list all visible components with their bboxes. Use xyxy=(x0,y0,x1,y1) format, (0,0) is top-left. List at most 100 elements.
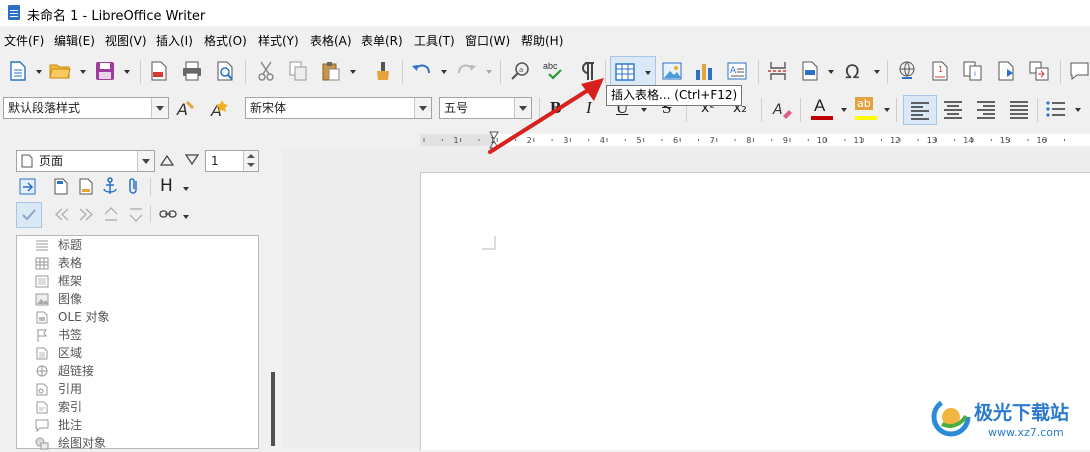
chevron-down-icon[interactable] xyxy=(151,98,168,118)
save-dropdown-icon[interactable] xyxy=(124,70,130,74)
attachment-icon[interactable] xyxy=(127,177,141,195)
redo-icon[interactable] xyxy=(456,60,478,82)
chevron-down-icon[interactable] xyxy=(414,98,431,118)
cut-icon[interactable] xyxy=(255,60,277,82)
page-number-spin[interactable]: 1 xyxy=(205,150,259,172)
ruler-number: 8 xyxy=(746,136,751,145)
demote-level-icon[interactable] xyxy=(128,207,144,222)
separator xyxy=(1060,60,1061,84)
font-name-combo[interactable]: 新宋体 xyxy=(245,97,432,119)
menu-edit[interactable]: 编辑(E) xyxy=(54,32,95,49)
bullet-list-dropdown-icon[interactable] xyxy=(1075,108,1081,112)
heading-level-dropdown-icon[interactable] xyxy=(183,187,189,191)
sidebar-splitter-handle[interactable] xyxy=(271,372,275,446)
bullet-list-icon[interactable] xyxy=(1045,98,1067,120)
paste-icon[interactable] xyxy=(320,60,342,82)
paste-dropdown-icon[interactable] xyxy=(350,70,356,74)
demote-chapter-icon[interactable] xyxy=(78,208,94,221)
print-preview-icon[interactable] xyxy=(214,60,236,82)
justify-icon[interactable] xyxy=(1008,98,1030,120)
heading-level-button[interactable]: H xyxy=(160,176,173,196)
navigate-by-combo[interactable]: 页面 xyxy=(16,150,155,172)
save-icon[interactable] xyxy=(94,60,116,82)
open-folder-icon[interactable] xyxy=(49,60,71,82)
paragraph-style-value: 默认段落样式 xyxy=(8,101,81,115)
open-dropdown-icon[interactable] xyxy=(80,70,86,74)
font-color-dropdown-icon[interactable] xyxy=(841,108,847,112)
special-character-icon[interactable]: Ω xyxy=(843,60,865,82)
menu-view[interactable]: 视图(V) xyxy=(105,32,147,49)
separator xyxy=(150,205,151,223)
insert-text-box-icon[interactable]: A xyxy=(726,60,748,82)
insert-field-icon[interactable] xyxy=(799,60,821,82)
insert-chart-icon[interactable] xyxy=(693,60,715,82)
separator xyxy=(887,60,888,84)
clone-formatting-icon[interactable] xyxy=(372,60,394,82)
cross-reference-icon[interactable] xyxy=(1028,60,1050,82)
insert-image-icon[interactable] xyxy=(661,60,683,82)
insert-page-break-icon[interactable] xyxy=(767,60,789,82)
print-icon[interactable] xyxy=(181,60,203,82)
bookmark-insert-icon[interactable] xyxy=(995,60,1017,82)
content-navigation-view-button[interactable] xyxy=(16,202,42,228)
menu-table[interactable]: 表格(A) xyxy=(310,32,352,49)
new-dropdown-icon[interactable] xyxy=(36,70,42,74)
footnote-icon[interactable]: 1 xyxy=(929,60,951,82)
list-item-label: OLE 对象 xyxy=(58,310,110,324)
list-item-label: 批注 xyxy=(58,418,83,432)
export-pdf-icon[interactable] xyxy=(148,60,170,82)
header-icon[interactable] xyxy=(54,178,68,195)
update-style-icon[interactable]: A xyxy=(175,98,197,120)
endnote-icon[interactable]: i xyxy=(962,60,984,82)
watermark-brand: 极光下载站 xyxy=(974,402,1070,424)
copy-icon[interactable] xyxy=(287,60,309,82)
clear-formatting-icon[interactable]: A xyxy=(771,98,793,120)
promote-chapter-icon[interactable] xyxy=(54,208,70,221)
insert-comment-icon[interactable] xyxy=(1068,60,1090,82)
spin-up-icon[interactable] xyxy=(247,154,255,158)
menu-insert[interactable]: 插入(I) xyxy=(156,32,193,49)
highlight-dropdown-icon[interactable] xyxy=(884,108,890,112)
undo-icon[interactable] xyxy=(410,60,432,82)
highlight-color-button[interactable]: ab xyxy=(853,96,881,122)
insert-table-dropdown-icon[interactable] xyxy=(645,71,651,75)
drag-mode-dropdown-icon[interactable] xyxy=(183,215,189,219)
menu-help[interactable]: 帮助(H) xyxy=(521,32,563,49)
menu-tools[interactable]: 工具(T) xyxy=(414,32,455,49)
align-center-icon[interactable] xyxy=(942,98,964,120)
undo-dropdown-icon[interactable] xyxy=(441,70,447,74)
drag-mode-icon[interactable] xyxy=(159,208,177,220)
font-color-button[interactable]: A xyxy=(809,96,837,122)
footer-icon[interactable] xyxy=(79,178,93,195)
chevron-down-icon[interactable] xyxy=(137,151,154,171)
list-item-label: 表格 xyxy=(58,256,83,270)
previous-element-icon[interactable] xyxy=(160,154,174,166)
spin-down-icon[interactable] xyxy=(247,163,255,167)
frame-icon xyxy=(35,275,49,288)
paragraph-style-combo[interactable]: 默认段落样式 xyxy=(3,97,169,119)
menu-format[interactable]: 格式(O) xyxy=(204,32,247,49)
page-number-value: 1 xyxy=(211,154,219,168)
menu-file[interactable]: 文件(F) xyxy=(4,32,44,49)
hyperlink-icon[interactable] xyxy=(896,60,918,82)
menu-form[interactable]: 表单(R) xyxy=(361,32,403,49)
align-left-button[interactable] xyxy=(903,95,937,125)
next-element-icon[interactable] xyxy=(185,154,199,166)
index-icon xyxy=(36,401,48,414)
anchor-icon[interactable] xyxy=(102,177,118,195)
new-document-icon[interactable] xyxy=(7,60,29,82)
menu-window[interactable]: 窗口(W) xyxy=(465,32,510,49)
underline-dropdown-icon[interactable] xyxy=(641,108,647,112)
menu-styles[interactable]: 样式(Y) xyxy=(258,32,299,49)
list-item-label: 标题 xyxy=(58,238,83,252)
ruler-number: 14 xyxy=(963,136,973,145)
navigator-content-list[interactable]: 标题 表格 框架 图像 OLE 对象 书签 区域 超链接 引用 索引 批注 绘图… xyxy=(16,235,259,450)
insert-field-dropdown-icon[interactable] xyxy=(828,70,834,74)
promote-level-icon[interactable] xyxy=(103,207,119,222)
align-right-icon[interactable] xyxy=(975,98,997,120)
new-style-icon[interactable]: A xyxy=(208,98,230,120)
toggle-navigator-icon[interactable] xyxy=(19,178,36,195)
special-character-dropdown-icon[interactable] xyxy=(874,70,880,74)
list-item-label: 书签 xyxy=(58,328,83,342)
spin-buttons[interactable] xyxy=(243,151,258,171)
